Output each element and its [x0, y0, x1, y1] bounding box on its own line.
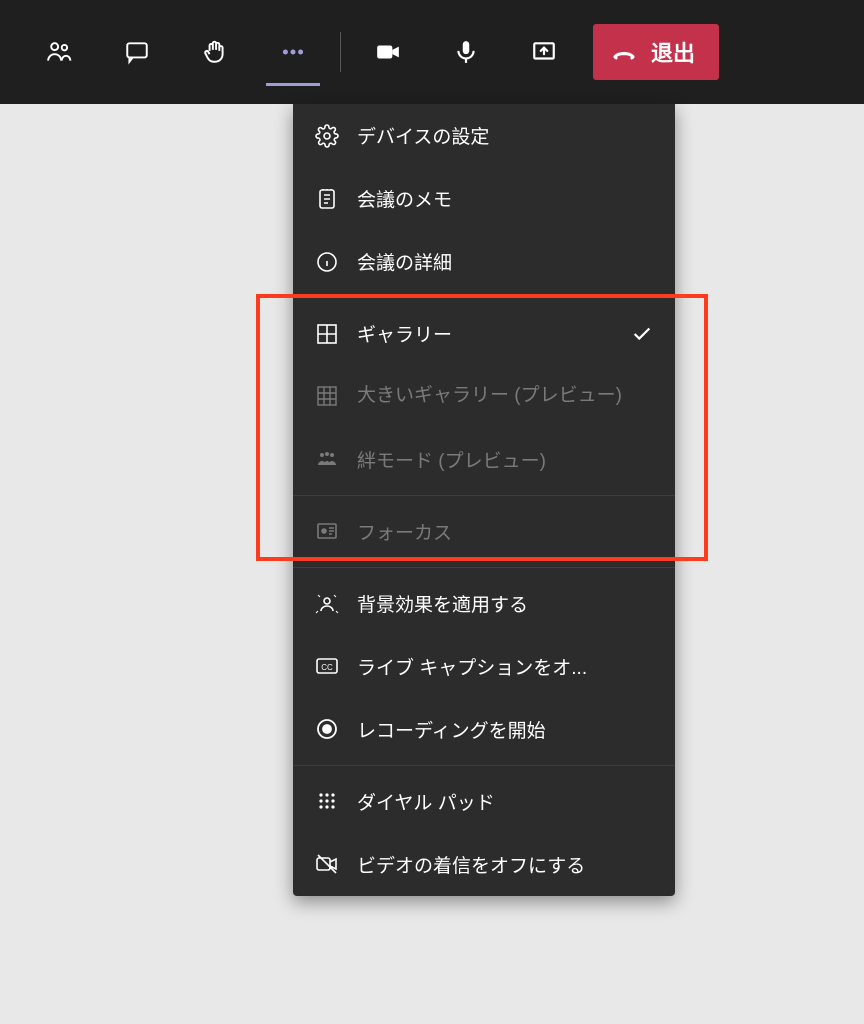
- menu-label: ダイヤル パッド: [357, 788, 653, 815]
- camera-button[interactable]: [349, 22, 427, 82]
- dialpad-icon: [315, 789, 339, 813]
- menu-divider: [293, 567, 675, 568]
- menu-label: 大きいギャラリー (プレビュー): [357, 383, 653, 410]
- gear-icon: [315, 124, 339, 148]
- more-actions-menu: デバイスの設定 会議のメモ 会議の詳細 ギャラリー 大きいギャラリー (プレビュ…: [293, 104, 675, 896]
- menu-label: フォーカス: [357, 518, 653, 545]
- background-blur-icon: [315, 591, 339, 615]
- menu-divider: [293, 765, 675, 766]
- microphone-button[interactable]: [427, 22, 505, 82]
- menu-incoming-video-off[interactable]: ビデオの着信をオフにする: [293, 833, 675, 896]
- menu-divider: [293, 495, 675, 496]
- together-icon: [315, 447, 339, 471]
- check-icon: [631, 323, 653, 345]
- menu-meeting-details[interactable]: 会議の詳細: [293, 230, 675, 293]
- microphone-icon: [453, 39, 479, 65]
- menu-live-captions[interactable]: CC ライブ キャプションをオ...: [293, 635, 675, 698]
- chat-icon: [124, 39, 150, 65]
- grid-3x3-icon: [315, 384, 339, 408]
- menu-label: 会議のメモ: [357, 185, 653, 212]
- toolbar-separator: [340, 32, 341, 72]
- menu-label: デバイスの設定: [357, 122, 653, 149]
- menu-together-mode: 絆モード (プレビュー): [293, 428, 675, 491]
- participants-button[interactable]: [20, 22, 98, 82]
- meeting-toolbar: 退出: [0, 0, 864, 104]
- record-icon: [315, 717, 339, 741]
- menu-device-settings[interactable]: デバイスの設定: [293, 104, 675, 167]
- hand-icon: [202, 39, 228, 65]
- video-off-icon: [315, 852, 339, 876]
- menu-label: ギャラリー: [357, 320, 613, 347]
- menu-divider: [293, 297, 675, 298]
- info-icon: [315, 250, 339, 274]
- menu-label: 会議の詳細: [357, 248, 653, 275]
- camera-icon: [375, 39, 401, 65]
- cc-icon: CC: [315, 654, 339, 678]
- menu-label: ライブ キャプションをオ...: [357, 653, 653, 680]
- svg-text:CC: CC: [321, 663, 333, 672]
- raise-hand-button[interactable]: [176, 22, 254, 82]
- notes-icon: [315, 187, 339, 211]
- chat-button[interactable]: [98, 22, 176, 82]
- menu-background-effects[interactable]: 背景効果を適用する: [293, 572, 675, 635]
- menu-large-gallery: 大きいギャラリー (プレビュー): [293, 365, 675, 428]
- menu-gallery[interactable]: ギャラリー: [293, 302, 675, 365]
- share-icon: [531, 39, 557, 65]
- menu-label: レコーディングを開始: [357, 716, 653, 743]
- leave-button[interactable]: 退出: [593, 24, 719, 80]
- share-screen-button[interactable]: [505, 22, 583, 82]
- hangup-icon: [611, 39, 637, 65]
- menu-start-recording[interactable]: レコーディングを開始: [293, 698, 675, 761]
- more-actions-button[interactable]: [254, 22, 332, 82]
- menu-focus: フォーカス: [293, 500, 675, 563]
- focus-icon: [315, 519, 339, 543]
- people-icon: [46, 39, 72, 65]
- menu-label: 背景効果を適用する: [357, 590, 653, 617]
- grid-2x2-icon: [315, 322, 339, 346]
- menu-dial-pad[interactable]: ダイヤル パッド: [293, 770, 675, 833]
- menu-label: ビデオの着信をオフにする: [357, 851, 653, 878]
- menu-label: 絆モード (プレビュー): [357, 446, 653, 473]
- leave-label: 退出: [651, 36, 695, 68]
- more-icon: [280, 39, 306, 65]
- menu-meeting-notes[interactable]: 会議のメモ: [293, 167, 675, 230]
